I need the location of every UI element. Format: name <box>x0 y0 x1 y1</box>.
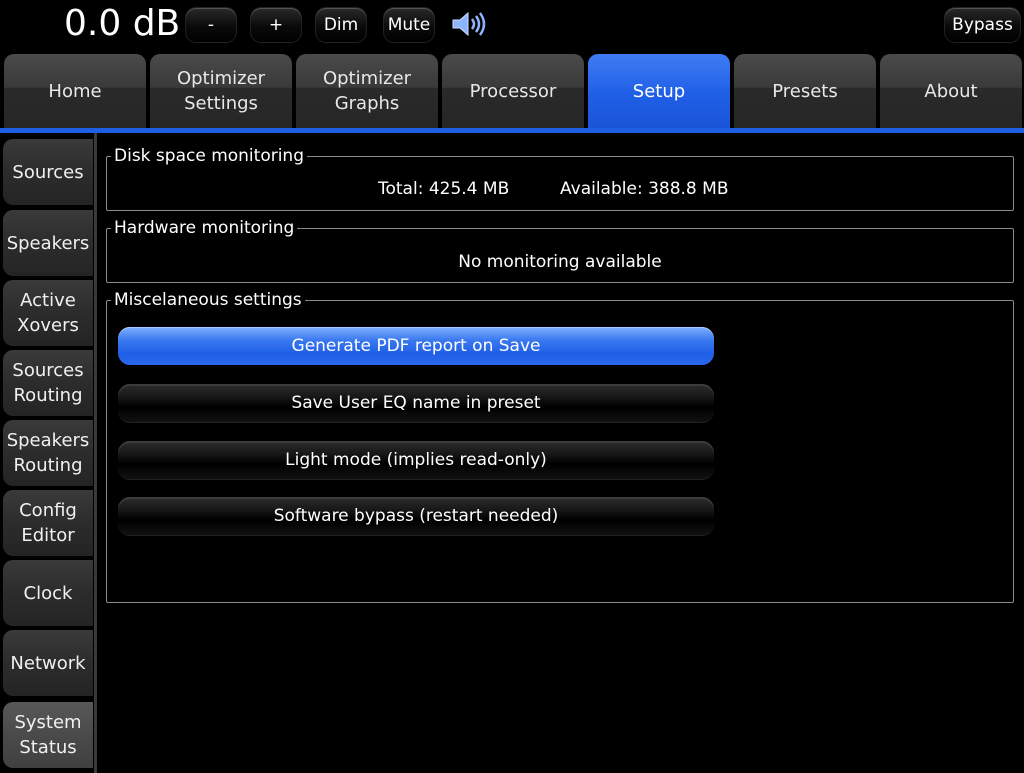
sidebar-item-label: Active Xovers <box>17 290 79 336</box>
tab-label: Optimizer Settings <box>176 68 266 114</box>
tab-underline <box>0 128 1024 133</box>
sidebar-item-label: Network <box>10 652 86 674</box>
sidebar-item-label: Speakers Routing <box>6 430 90 476</box>
sidebar-item-label: System Status <box>14 712 82 758</box>
mute-button[interactable]: Mute <box>384 8 434 42</box>
light-mode-toggle[interactable]: Light mode (implies read-only) <box>118 441 714 479</box>
sidebar-divider <box>94 133 97 773</box>
tab-about[interactable]: About <box>880 54 1022 128</box>
sidebar-item-speakers[interactable]: Speakers <box>3 210 93 276</box>
tab-label: About <box>924 80 978 102</box>
tab-home[interactable]: Home <box>4 54 146 128</box>
sidebar-item-config-editor[interactable]: Config Editor <box>3 490 93 556</box>
tab-label: Home <box>48 80 102 102</box>
sidebar-item-sources[interactable]: Sources <box>3 139 93 205</box>
hardware-status-text: No monitoring available <box>458 252 662 272</box>
sidebar-item-label: Sources <box>12 161 84 183</box>
sidebar-item-sources-routing[interactable]: Sources Routing <box>3 350 93 416</box>
speaker-volume-icon[interactable] <box>450 10 490 38</box>
disk-total-value: Total: 425.4 MB <box>378 179 510 199</box>
volume-up-button[interactable]: + <box>251 8 301 42</box>
sidebar-item-label: Clock <box>23 582 73 604</box>
tab-label: Processor <box>469 80 557 102</box>
sidebar-item-label: Config Editor <box>19 500 77 546</box>
bypass-button[interactable]: Bypass <box>945 8 1020 42</box>
disk-space-title: Disk space monitoring <box>111 145 307 167</box>
save-eq-name-toggle[interactable]: Save User EQ name in preset <box>118 384 714 422</box>
tab-processor[interactable]: Processor <box>442 54 584 128</box>
hardware-monitoring-title: Hardware monitoring <box>111 217 298 239</box>
tab-setup[interactable]: Setup <box>588 54 730 128</box>
tab-label: Optimizer Graphs <box>322 68 412 114</box>
sidebar-item-system-status[interactable]: System Status <box>3 702 93 768</box>
tab-label: Presets <box>772 80 838 102</box>
generate-pdf-toggle[interactable]: Generate PDF report on Save <box>118 327 714 365</box>
software-bypass-toggle[interactable]: Software bypass (restart needed) <box>118 497 714 535</box>
sidebar-item-label: Sources Routing <box>12 360 84 406</box>
dim-button[interactable]: Dim <box>316 8 366 42</box>
volume-down-button[interactable]: - <box>186 8 236 42</box>
sidebar-item-label: Speakers <box>6 232 90 254</box>
tab-label: Setup <box>632 80 686 102</box>
misc-settings-title: Miscelaneous settings <box>111 289 305 311</box>
disk-available-value: Available: 388.8 MB <box>560 179 729 199</box>
top-bar: 0.0 dB - + Dim Mute Bypass <box>0 0 1024 50</box>
tab-optimizer-settings[interactable]: Optimizer Settings <box>150 54 292 128</box>
sidebar-item-network[interactable]: Network <box>3 630 93 696</box>
sidebar-item-active-xovers[interactable]: Active Xovers <box>3 280 93 346</box>
tab-optimizer-graphs[interactable]: Optimizer Graphs <box>296 54 438 128</box>
sidebar-item-clock[interactable]: Clock <box>3 560 93 626</box>
volume-readout: 0.0 dB <box>64 3 181 44</box>
sidebar-item-speakers-routing[interactable]: Speakers Routing <box>3 420 93 486</box>
tab-presets[interactable]: Presets <box>734 54 876 128</box>
